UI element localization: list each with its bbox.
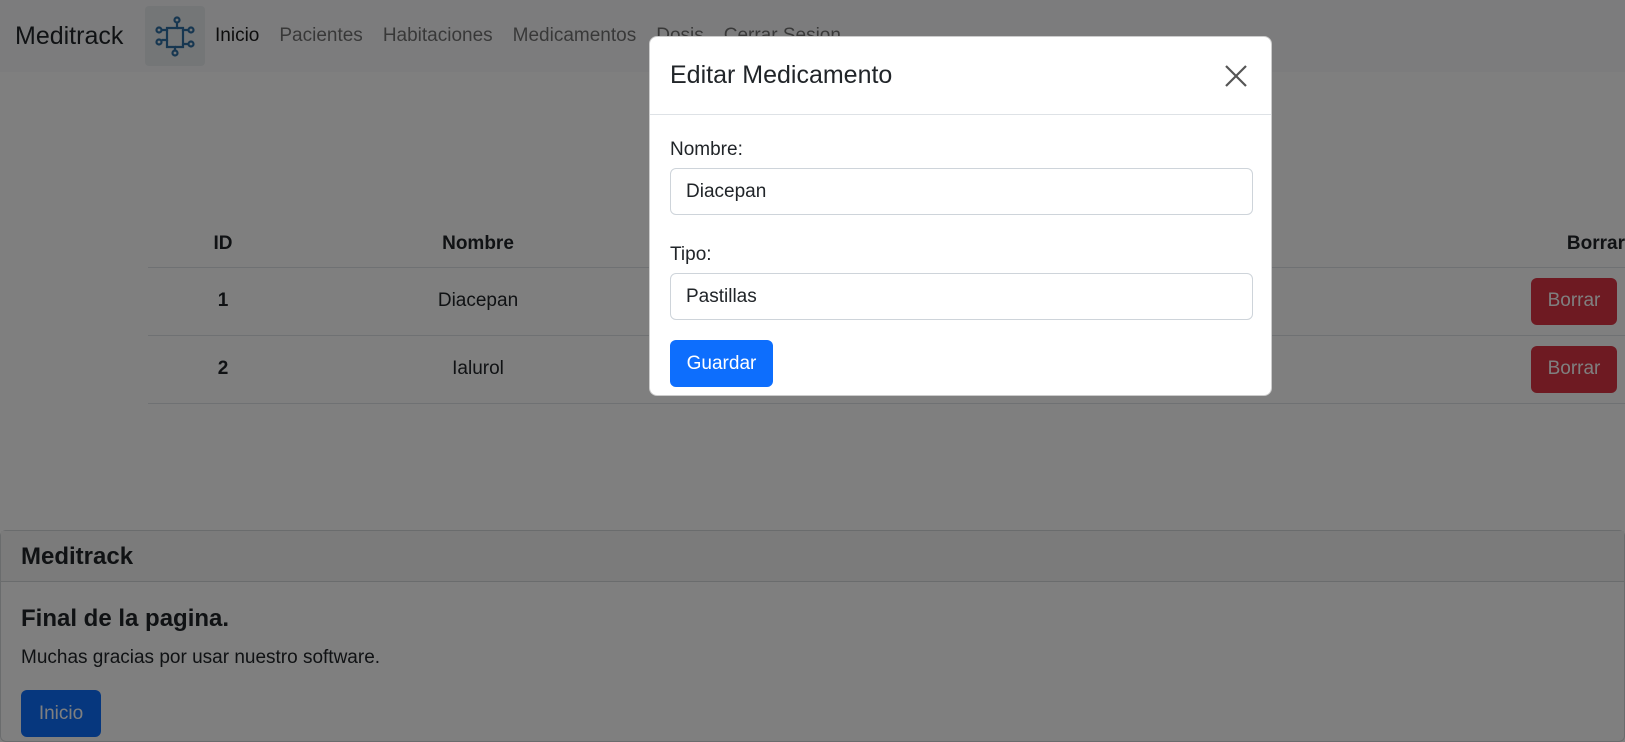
modal-header: Editar Medicamento	[650, 37, 1271, 115]
edit-medicamento-modal: Editar Medicamento Nombre: Tipo: Guardar	[649, 36, 1272, 396]
modal-title: Editar Medicamento	[670, 61, 893, 89]
modal-body: Nombre: Tipo: Guardar	[650, 115, 1271, 407]
nombre-label: Nombre:	[670, 139, 743, 160]
tipo-input[interactable]	[670, 273, 1253, 320]
nombre-input[interactable]	[670, 168, 1253, 215]
save-button[interactable]: Guardar	[670, 340, 773, 387]
close-icon[interactable]	[1221, 61, 1251, 91]
tipo-label: Tipo:	[670, 244, 712, 265]
